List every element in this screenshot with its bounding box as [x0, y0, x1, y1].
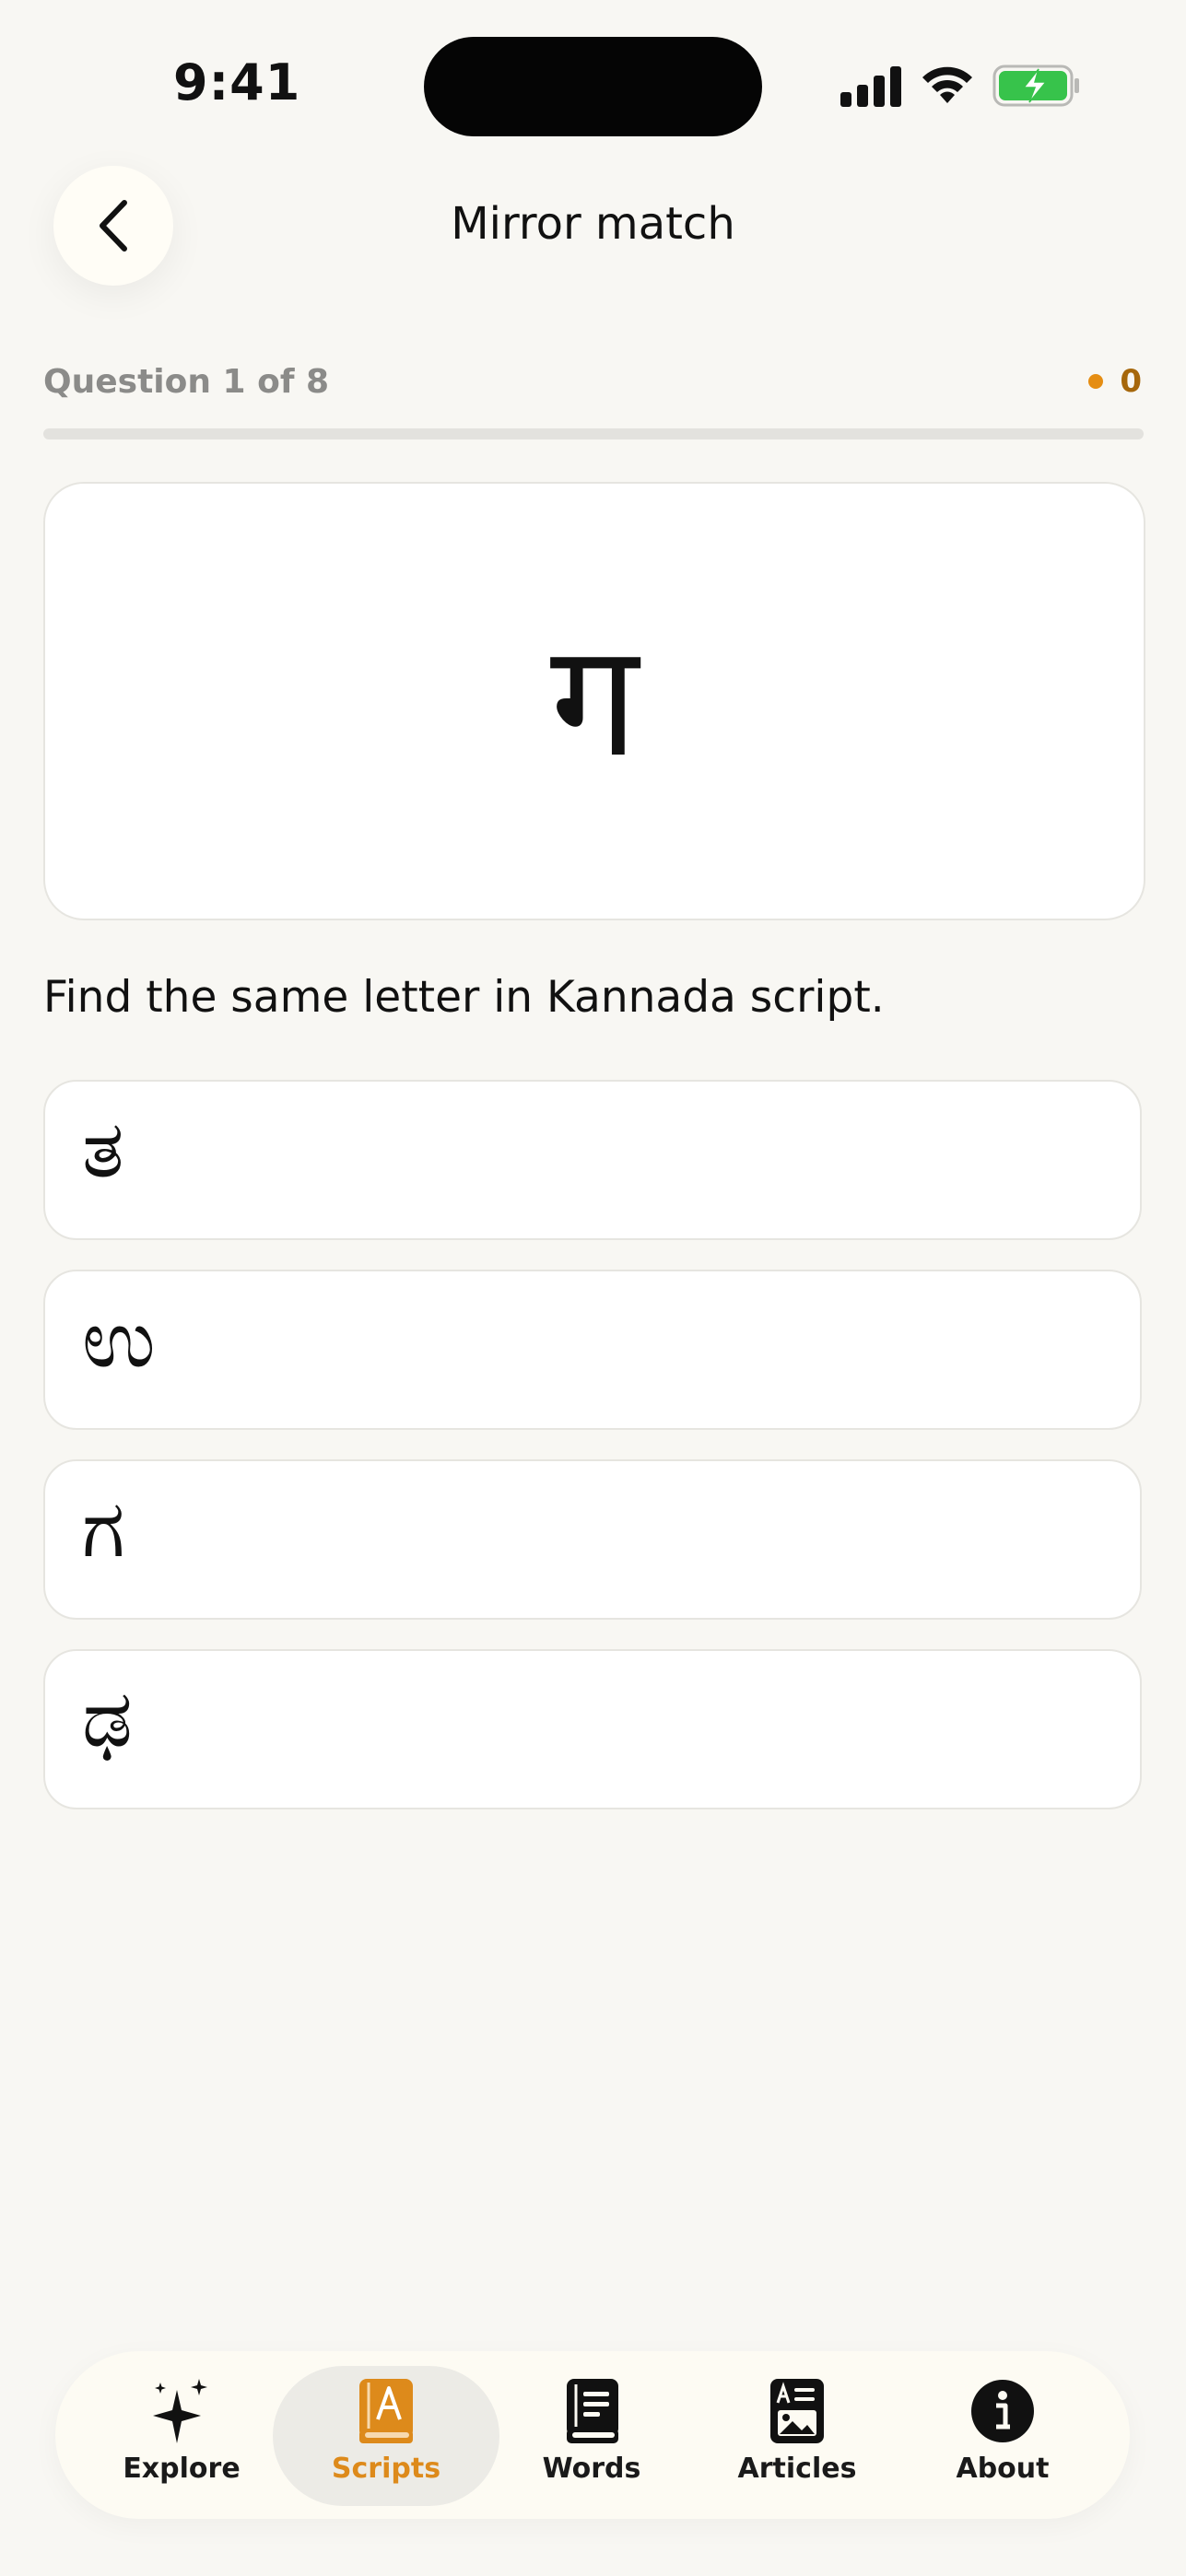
dynamic-island: [424, 37, 762, 136]
option-glyph: ತ: [82, 1104, 124, 1196]
tab-words[interactable]: Words: [490, 2351, 693, 2519]
book-icon: [567, 2379, 618, 2443]
score-value: 0: [1120, 363, 1142, 400]
option-glyph: ಉ: [82, 1294, 156, 1386]
tab-about[interactable]: About: [901, 2351, 1104, 2519]
tab-label: Scripts: [331, 2453, 441, 2485]
tab-articles[interactable]: Articles: [696, 2351, 898, 2519]
answer-option[interactable]: ತ: [43, 1080, 1142, 1240]
battery-charging-icon: [992, 64, 1079, 107]
tab-explore[interactable]: Explore: [80, 2351, 283, 2519]
status-time: 9:41: [173, 53, 301, 111]
instruction-text: Find the same letter in Kannada script.: [43, 972, 885, 1023]
option-glyph: ಢ: [82, 1673, 133, 1765]
option-glyph: ಗ: [82, 1483, 125, 1575]
cellular-signal-icon: [840, 66, 901, 107]
page-title: Mirror match: [451, 198, 735, 250]
wifi-icon: [922, 66, 972, 103]
sparkle-icon: [153, 2379, 207, 2443]
prompt-card: ग: [43, 482, 1145, 920]
question-counter: Question 1 of 8: [43, 363, 330, 401]
prompt-letter: ग: [550, 610, 639, 792]
answer-option[interactable]: ಗ: [43, 1459, 1142, 1620]
article-icon: [770, 2379, 824, 2443]
answer-option[interactable]: ಉ: [43, 1270, 1142, 1430]
script-book-icon: [359, 2379, 413, 2443]
tab-label: Explore: [123, 2453, 241, 2485]
tab-label: Articles: [737, 2453, 857, 2485]
progress-bar: [43, 428, 1144, 439]
score-dot-icon: [1088, 374, 1104, 389]
answer-option[interactable]: ಢ: [43, 1649, 1142, 1809]
tab-bar: Explore Scripts Words Articles About: [55, 2351, 1130, 2519]
tab-label: Words: [542, 2453, 641, 2485]
info-icon: [971, 2380, 1034, 2442]
score-indicator: 0: [1088, 363, 1142, 400]
tab-label: About: [956, 2453, 1050, 2485]
tab-scripts[interactable]: Scripts: [285, 2351, 487, 2519]
